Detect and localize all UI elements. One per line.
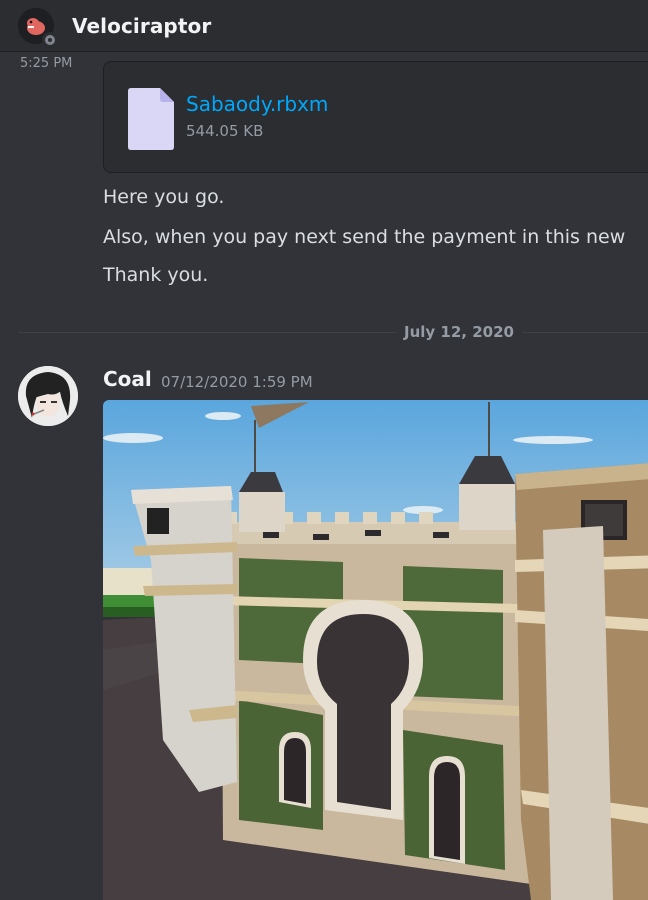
anime-avatar-icon: [18, 366, 78, 426]
message-text: Here you go.: [103, 186, 225, 208]
file-icon: [128, 88, 174, 150]
message-timestamp: 07/12/2020 1:59 PM: [161, 373, 313, 391]
message-timestamp: 5:25 PM: [20, 56, 73, 71]
avatar[interactable]: [18, 366, 78, 426]
date-divider-line: [18, 332, 648, 333]
offline-status-icon: [42, 31, 58, 48]
dm-header: Velociraptor: [0, 0, 648, 52]
file-size: 544.05 KB: [186, 122, 264, 140]
file-attachment: Sabaody.rbxm 544.05 KB: [103, 61, 648, 173]
message-text: Also, when you pay next send the payment…: [103, 226, 626, 248]
message-text: Thank you.: [103, 264, 209, 286]
message-author[interactable]: Coal: [103, 367, 152, 391]
image-attachment[interactable]: [103, 400, 648, 900]
channel-name: Velociraptor: [72, 13, 212, 38]
file-name-link[interactable]: Sabaody.rbxm: [186, 92, 328, 116]
date-divider: July 12, 2020: [396, 323, 522, 341]
dm-avatar[interactable]: [18, 7, 58, 48]
castle-gate-image: [103, 400, 648, 900]
